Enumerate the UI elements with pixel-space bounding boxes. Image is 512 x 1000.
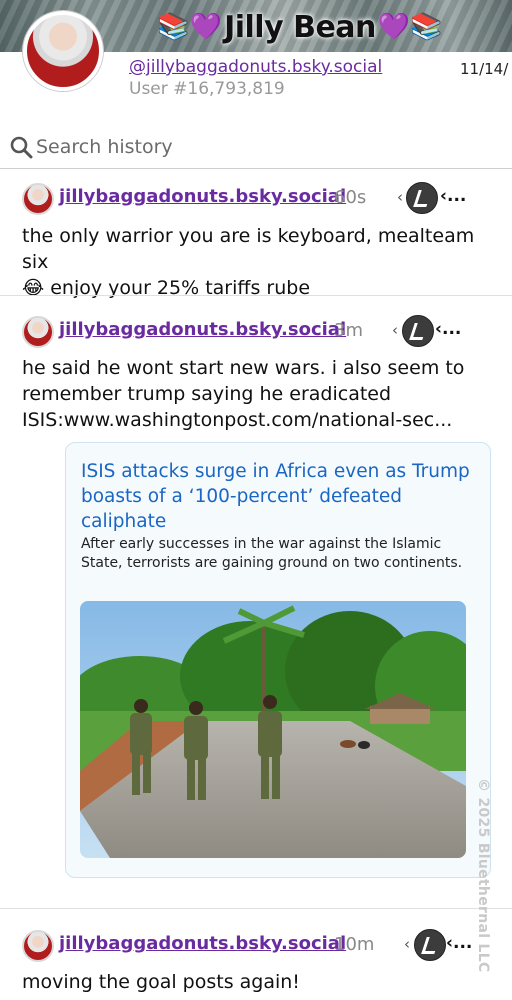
more-button[interactable]: ‹...: [435, 319, 461, 339]
post-time: 3m: [334, 320, 363, 341]
display-name: Jilly Bean: [224, 9, 376, 45]
more-button[interactable]: ‹...: [446, 933, 472, 953]
post-divider: [0, 295, 512, 296]
post-text: he said he wont start new wars. i also s…: [22, 355, 497, 433]
more-button[interactable]: ‹...: [440, 186, 466, 206]
card-image[interactable]: [80, 601, 466, 858]
date-label: 11/14/: [460, 60, 509, 78]
post-text: moving the goal posts again!: [22, 969, 497, 995]
title-emoji-right: 💜📚: [377, 12, 443, 42]
post-text-link[interactable]: ISIS:www.washingtonpost.com/national-sec…: [22, 407, 497, 433]
bot-avatar-icon[interactable]: [414, 929, 446, 961]
soldiers-photo: [80, 601, 466, 858]
prev-button[interactable]: ‹: [392, 321, 398, 339]
post-time: 60s: [334, 187, 367, 208]
post-text-line: he said he wont start new wars. i also s…: [22, 357, 465, 379]
post-time: 10m: [334, 934, 375, 955]
prev-button[interactable]: ‹: [404, 935, 410, 953]
post-text: the only warrior you are is keyboard, me…: [22, 223, 497, 301]
post-avatar[interactable]: [22, 930, 54, 962]
search-input[interactable]: [36, 132, 496, 162]
post-divider: [0, 908, 512, 909]
post-text-line: the only warrior you are is keyboard, me…: [22, 225, 475, 273]
post-header: jillybaggadonuts.bsky.social 10m ‹ ‹...: [22, 929, 512, 963]
profile-handle-link[interactable]: @jillybaggadonuts.bsky.social: [129, 57, 382, 77]
user-number: User #16,793,819: [129, 79, 285, 99]
search-icon: [10, 136, 33, 159]
prev-button[interactable]: ‹: [397, 188, 403, 206]
card-description: After early successes in the war against…: [81, 536, 463, 571]
bot-avatar-icon[interactable]: [406, 182, 438, 214]
banner-title: 📚💜 Jilly Bean 💜📚: [120, 6, 480, 48]
title-emoji-left: 📚💜: [157, 12, 223, 42]
search-bar: [0, 128, 512, 169]
link-preview-card[interactable]: ISIS attacks surge in Africa even as Tru…: [65, 442, 491, 878]
copyright-watermark: © 2025 Bluethernal LLC: [475, 778, 512, 1000]
post-handle-link[interactable]: jillybaggadonuts.bsky.social: [59, 186, 346, 207]
profile-avatar[interactable]: [23, 11, 103, 91]
bot-avatar-icon[interactable]: [402, 315, 434, 347]
card-title[interactable]: ISIS attacks surge in Africa even as Tru…: [81, 459, 481, 534]
watermark-text: © 2025 Bluethernal LLC: [475, 778, 491, 973]
post-avatar[interactable]: [22, 183, 54, 215]
post-text-line: moving the goal posts again!: [22, 971, 300, 993]
post-handle-link[interactable]: jillybaggadonuts.bsky.social: [59, 319, 346, 340]
post-header: jillybaggadonuts.bsky.social 3m ‹ ‹...: [22, 315, 512, 349]
post-handle-link[interactable]: jillybaggadonuts.bsky.social: [59, 933, 346, 954]
post-header: jillybaggadonuts.bsky.social 60s ‹ ‹...: [22, 182, 512, 216]
post-text-line: remember trump saying he eradicated: [22, 383, 392, 405]
post-avatar[interactable]: [22, 316, 54, 348]
post-text-line: 😂 enjoy your 25% tariffs rube: [22, 277, 311, 299]
